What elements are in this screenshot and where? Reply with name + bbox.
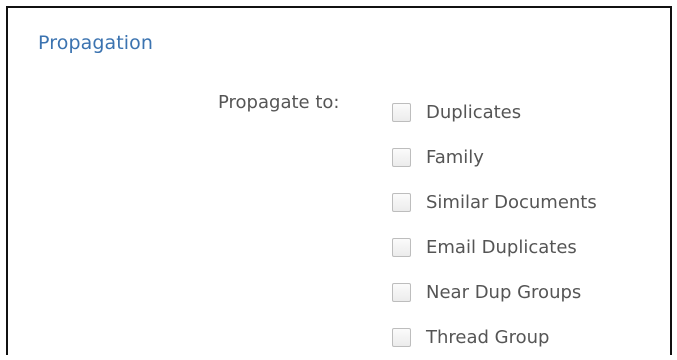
similar-documents-checkbox[interactable] — [392, 193, 411, 212]
propagation-panel: Propagation Propagate to: Duplicates Fam… — [6, 6, 672, 355]
option-email-duplicates[interactable]: Email Duplicates — [392, 225, 597, 270]
duplicates-label[interactable]: Duplicates — [426, 102, 521, 123]
propagate-to-label: Propagate to: — [218, 92, 340, 113]
option-similar-documents[interactable]: Similar Documents — [392, 180, 597, 225]
section-title: Propagation — [38, 32, 154, 54]
duplicates-checkbox[interactable] — [392, 103, 411, 122]
email-duplicates-checkbox[interactable] — [392, 238, 411, 257]
thread-group-label[interactable]: Thread Group — [426, 327, 549, 348]
option-near-dup-groups[interactable]: Near Dup Groups — [392, 270, 597, 315]
family-checkbox[interactable] — [392, 148, 411, 167]
propagate-options: Duplicates Family Similar Documents Emai… — [392, 90, 597, 360]
near-dup-groups-label[interactable]: Near Dup Groups — [426, 282, 581, 303]
email-duplicates-label[interactable]: Email Duplicates — [426, 237, 577, 258]
similar-documents-label[interactable]: Similar Documents — [426, 192, 597, 213]
near-dup-groups-checkbox[interactable] — [392, 283, 411, 302]
option-duplicates[interactable]: Duplicates — [392, 90, 597, 135]
thread-group-checkbox[interactable] — [392, 328, 411, 347]
family-label[interactable]: Family — [426, 147, 484, 168]
option-thread-group[interactable]: Thread Group — [392, 315, 597, 360]
option-family[interactable]: Family — [392, 135, 597, 180]
